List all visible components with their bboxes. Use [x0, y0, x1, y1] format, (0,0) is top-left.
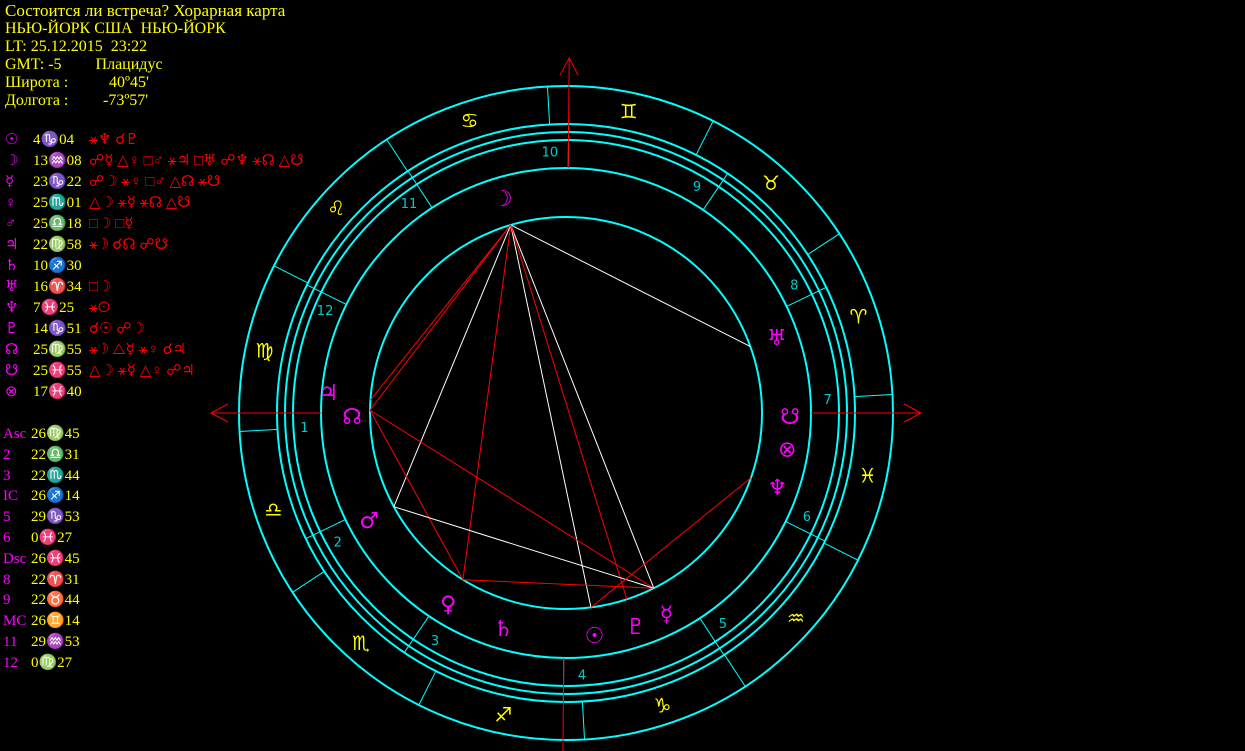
house-number: 7: [823, 393, 831, 408]
house-number: 1: [300, 421, 308, 436]
horoscope-wheel: ♈♉♊♋♌♍♎♏♐ ♑♒♓123456789101112☉☽☿♀♂♃♄♅♆♇☊ ☋⊗: [209, 56, 923, 751]
aspect-line: [510, 224, 592, 608]
neptune-icon: ♆: [768, 476, 788, 501]
zodiac-sign-icon: ♏: [352, 631, 370, 655]
zodiac-inner-ring: [276, 123, 856, 703]
house-number: 2: [334, 536, 342, 551]
house-number: 8: [790, 278, 798, 293]
ic-axis: [562, 657, 565, 751]
aspect-line: [462, 579, 654, 589]
saturn-icon: ♄: [493, 617, 513, 642]
zodiac-sign-icon: ♋: [461, 108, 479, 132]
sign-divider: [724, 654, 746, 687]
aspect-line: [510, 224, 655, 589]
sign-divider: [239, 428, 278, 433]
house-number: 9: [693, 180, 701, 195]
house-cusp-line: [306, 284, 347, 305]
house-number: 12: [317, 304, 334, 319]
zodiac-sign-icon: ♑: [653, 694, 671, 718]
jupiter-icon: ♃: [319, 381, 339, 406]
pluto-icon: ♇: [626, 615, 646, 640]
house-number: 11: [401, 197, 418, 212]
aspect-line: [393, 506, 654, 589]
uranus-icon: ♅: [767, 326, 787, 351]
venus-icon: ♀: [440, 593, 456, 618]
zodiac-sign-icon: ♒: [787, 606, 805, 630]
zodiac-sign-icon: ♉: [762, 171, 780, 195]
aspect-circle: [369, 216, 763, 610]
house-number: 4: [578, 669, 586, 684]
mercury-icon: ☿: [660, 602, 674, 627]
north-node-icon: ☊: [342, 405, 362, 430]
zodiac-sign-icon: ♎: [265, 497, 283, 521]
aspect-line: [590, 477, 752, 608]
sign-divider: [581, 701, 586, 740]
aspect-line: [369, 409, 464, 580]
sign-divider: [695, 120, 714, 156]
sign-divider: [854, 393, 893, 398]
sign-divider: [418, 670, 437, 706]
aspect-line: [393, 224, 512, 507]
house-number: 6: [803, 510, 811, 525]
house-number: 10: [542, 145, 559, 160]
sign-divider: [546, 86, 551, 125]
zodiac-sign-icon: ♓: [859, 464, 877, 488]
zodiac-sign-icon: ♈: [850, 305, 868, 329]
moon-icon: ☽: [493, 187, 513, 212]
south-node-icon: ☋: [780, 405, 800, 430]
sign-divider: [386, 139, 408, 172]
zodiac-sign-icon: ♍: [255, 338, 273, 362]
aspect-line: [369, 409, 655, 589]
sign-divider: [823, 542, 859, 561]
sign-divider: [292, 571, 325, 593]
house-number: 3: [431, 634, 439, 649]
sign-divider: [807, 233, 840, 255]
zodiac-sign-icon: ♐: [494, 703, 512, 727]
house-number: 5: [719, 617, 727, 632]
mars-icon: ♂: [359, 509, 379, 534]
sign-divider: [273, 265, 309, 284]
zodiac-sign-icon: ♌: [327, 196, 345, 220]
mc-axis: [567, 58, 570, 169]
aspect-line: [510, 224, 628, 600]
aspect-line: [370, 224, 512, 401]
sun-icon: ☉: [585, 624, 605, 649]
zodiac-sign-icon: ♊: [620, 99, 638, 123]
fortune-icon: ⊗: [778, 437, 796, 462]
